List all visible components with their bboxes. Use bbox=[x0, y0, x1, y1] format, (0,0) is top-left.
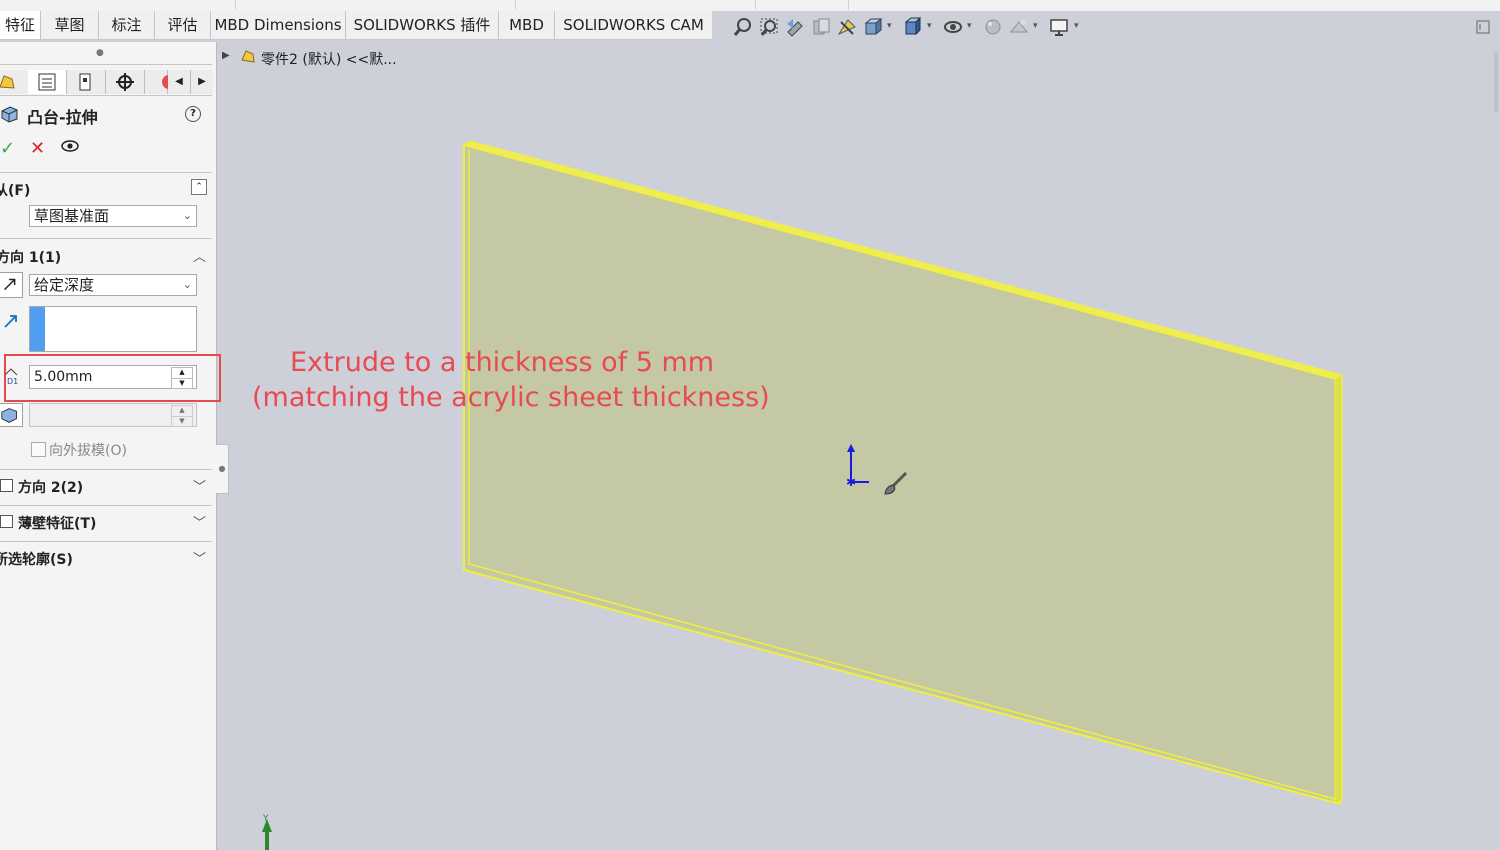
thin-feature-section-label: 薄壁特征(T) bbox=[18, 516, 97, 532]
direction-of-extrusion-icon bbox=[2, 312, 20, 330]
draft-outward-label: 向外拔模(O) bbox=[49, 443, 127, 459]
from-start-condition-value: 草图基准面 bbox=[34, 207, 110, 225]
draft-spin-down-icon[interactable]: ▼ bbox=[171, 416, 193, 427]
tab-display-manager[interactable] bbox=[145, 70, 176, 94]
panel-grip-icon[interactable]: ● bbox=[96, 48, 104, 58]
feature-title: 凸台-拉伸 bbox=[27, 108, 98, 127]
annotation-line-2: (matching the acrylic sheet thickness) bbox=[252, 382, 770, 413]
view-orientation-icon[interactable] bbox=[862, 16, 884, 38]
draft-toggle-button[interactable] bbox=[0, 403, 23, 427]
thin-feature-checkbox[interactable] bbox=[0, 515, 13, 528]
hide-show-icon[interactable] bbox=[942, 16, 964, 38]
chevron-down-icon: ⌄ bbox=[182, 209, 192, 222]
direction2-section-label: 方向 2(2) bbox=[18, 480, 84, 496]
svg-text:✱: ✱ bbox=[846, 475, 856, 489]
part-icon bbox=[239, 48, 257, 66]
ok-check-icon[interactable]: ✓ bbox=[0, 138, 15, 159]
tab-dimxpert-manager[interactable] bbox=[106, 70, 145, 94]
property-manager-panel: ● ◀ ▶ 凸台-拉伸 ? ✓ ✕ 从(F) ⌃ 草图基准面 ⌄ 方向 1(1)… bbox=[0, 42, 221, 850]
tab-configuration-manager[interactable] bbox=[67, 70, 106, 94]
tab-solidworks-addins[interactable]: SOLIDWORKS 插件 bbox=[346, 11, 499, 39]
selection-active-indicator bbox=[30, 307, 45, 351]
draft-outward-checkbox[interactable] bbox=[31, 442, 46, 457]
part-geometry-canvas[interactable]: ✱ Y bbox=[217, 42, 1500, 850]
end-condition-select[interactable]: 给定深度 ⌄ bbox=[29, 274, 197, 296]
tree-expand-icon[interactable]: ▶ bbox=[222, 50, 230, 61]
tab-sketch[interactable]: 草图 bbox=[41, 11, 99, 39]
annotation-line-1: Extrude to a thickness of 5 mm bbox=[290, 347, 715, 378]
tab-mbd-dimensions[interactable]: MBD Dimensions bbox=[211, 11, 346, 39]
reverse-direction-button[interactable] bbox=[0, 272, 23, 298]
expand-selected-contours-icon[interactable]: ﹀ bbox=[193, 548, 206, 567]
dynamic-annotation-icon[interactable] bbox=[836, 16, 858, 38]
tab-solidworks-cam[interactable]: SOLIDWORKS CAM bbox=[555, 11, 713, 39]
expand-direction2-icon[interactable]: ﹀ bbox=[193, 476, 206, 495]
tab-feature-manager[interactable] bbox=[0, 70, 29, 94]
tab-evaluate[interactable]: 评估 bbox=[155, 11, 211, 39]
view-settings-icon[interactable] bbox=[1048, 16, 1070, 38]
graphics-viewport[interactable]: ✱ Y ▶ 零件2 (默认) <<默... Extrude to a thick… bbox=[217, 42, 1500, 850]
help-icon[interactable]: ? bbox=[185, 106, 201, 122]
depth-highlight-box bbox=[4, 354, 221, 402]
paint-brush-cursor-icon bbox=[881, 468, 911, 498]
selected-contours-section-label: 所选轮廓(S) bbox=[0, 552, 73, 568]
zoom-to-fit-icon[interactable] bbox=[732, 16, 754, 38]
direction1-section-label: 方向 1(1) bbox=[0, 250, 62, 266]
edit-appearance-icon[interactable] bbox=[982, 16, 1004, 38]
collapse-from-icon[interactable]: ⌃ bbox=[191, 179, 207, 195]
zoom-area-icon[interactable] bbox=[758, 16, 780, 38]
tab-features[interactable]: 特征 bbox=[0, 11, 41, 39]
previous-view-icon[interactable] bbox=[784, 16, 806, 38]
boss-extrude-icon bbox=[0, 104, 20, 124]
section-view-icon[interactable] bbox=[810, 16, 832, 38]
display-style-icon[interactable] bbox=[902, 16, 924, 38]
tab-property-manager[interactable] bbox=[28, 70, 67, 94]
apply-scene-icon[interactable] bbox=[1008, 16, 1030, 38]
svg-text:Y: Y bbox=[262, 814, 269, 824]
expand-thin-feature-icon[interactable]: ﹀ bbox=[193, 512, 206, 531]
tab-mbd[interactable]: MBD bbox=[499, 11, 555, 39]
cancel-x-icon[interactable]: ✕ bbox=[30, 138, 45, 159]
viewport-scroll-edge[interactable] bbox=[1494, 52, 1498, 112]
heads-up-view-toolbar: ▾ ▾ ▾ ▾ ▾ bbox=[712, 11, 1500, 42]
command-manager-tabs: 特征 草图 标注 评估 MBD Dimensions SOLIDWORKS 插件… bbox=[0, 11, 713, 40]
from-section-label: 从(F) bbox=[0, 183, 31, 199]
collapse-direction1-icon[interactable]: ︿ bbox=[193, 246, 206, 265]
draft-angle-input[interactable]: ▲ ▼ bbox=[29, 403, 197, 427]
tab-scroll-right-icon[interactable]: ▶ bbox=[191, 70, 213, 94]
direction-selection-box[interactable] bbox=[29, 306, 197, 352]
tab-markup[interactable]: 标注 bbox=[99, 11, 155, 39]
tab-scroll-left-icon[interactable]: ◀ bbox=[168, 70, 191, 94]
chevron-down-icon: ⌄ bbox=[182, 278, 192, 291]
direction2-checkbox[interactable] bbox=[0, 479, 13, 492]
part-tree-label[interactable]: 零件2 (默认) <<默... bbox=[261, 49, 397, 69]
end-condition-value: 给定深度 bbox=[34, 276, 95, 294]
detailed-preview-eye-icon[interactable] bbox=[60, 139, 80, 153]
restore-window-icon[interactable] bbox=[1472, 16, 1494, 38]
from-start-condition-select[interactable]: 草图基准面 ⌄ bbox=[29, 205, 197, 227]
